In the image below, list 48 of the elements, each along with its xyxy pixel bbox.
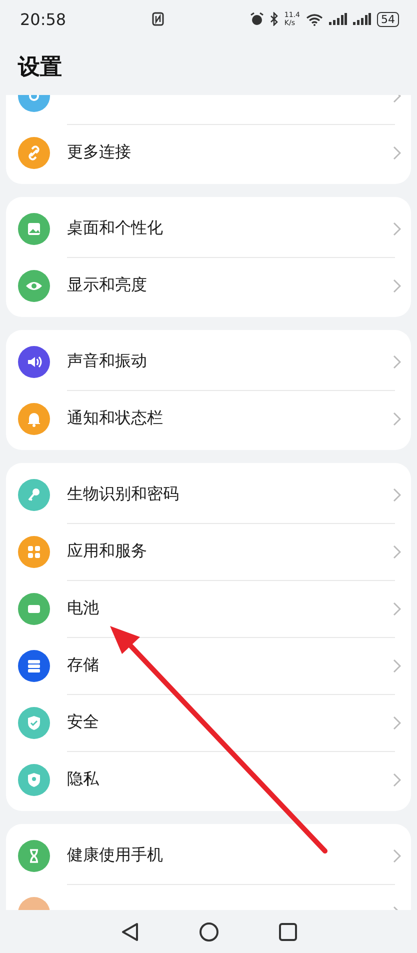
setting-label: 隐私 bbox=[67, 769, 100, 790]
alarm-icon bbox=[250, 12, 264, 26]
settings-row[interactable]: 更多连接 bbox=[6, 124, 411, 181]
chevron-icon bbox=[393, 488, 401, 502]
settings-row[interactable]: 隐私 bbox=[6, 751, 411, 808]
recents-icon[interactable] bbox=[278, 922, 296, 940]
settings-row[interactable]: 电池 bbox=[6, 580, 411, 637]
signal-icon bbox=[353, 13, 372, 25]
setting-label: 更多连接 bbox=[67, 142, 132, 163]
settings-row[interactable]: 安全 bbox=[6, 694, 411, 751]
setting-label: 健康使用手机 bbox=[67, 845, 164, 866]
settings-row[interactable]: 声音和振动 bbox=[6, 333, 411, 390]
bluetooth-icon bbox=[270, 12, 278, 26]
setting-label: 显示和亮度 bbox=[67, 275, 148, 296]
wifi-icon bbox=[306, 12, 324, 26]
setting-label: 电池 bbox=[67, 598, 100, 619]
chevron-icon bbox=[393, 544, 401, 558]
chevron-icon bbox=[393, 848, 401, 862]
chevron-icon bbox=[393, 278, 401, 292]
setting-label: 通知和状态栏 bbox=[67, 408, 164, 429]
chevron-icon bbox=[393, 772, 401, 786]
settings-row[interactable]: 生物识别和密码 bbox=[6, 466, 411, 523]
chevron-icon bbox=[393, 412, 401, 426]
setting-label: 声音和振动 bbox=[67, 351, 148, 372]
setting-label: 应用和服务 bbox=[67, 541, 148, 562]
setting-label: 生物识别和密码 bbox=[67, 484, 180, 505]
status-time: 20:58 bbox=[20, 10, 66, 28]
settings-row[interactable]: 显示和亮度 bbox=[6, 257, 411, 314]
battery-level: 54 bbox=[377, 12, 400, 26]
settings-row[interactable]: 应用和服务 bbox=[6, 523, 411, 580]
chevron-icon bbox=[393, 602, 401, 616]
setting-label: 桌面和个性化 bbox=[67, 218, 164, 239]
nfc-icon bbox=[152, 12, 164, 26]
chevron-icon bbox=[393, 716, 401, 730]
setting-label: 安全 bbox=[67, 712, 100, 733]
chevron-icon bbox=[393, 222, 401, 236]
settings-row[interactable]: 健康使用手机 bbox=[6, 827, 411, 884]
signal-icon bbox=[329, 13, 348, 25]
settings-row[interactable]: 桌面和个性化 bbox=[6, 200, 411, 257]
setting-label: 存储 bbox=[67, 655, 100, 676]
back-icon[interactable] bbox=[120, 922, 138, 942]
chevron-icon bbox=[393, 146, 401, 160]
page-title: 设置 bbox=[16, 54, 63, 82]
chevron-icon bbox=[393, 658, 401, 672]
settings-row[interactable]: 通知和状态栏 bbox=[6, 390, 411, 447]
home-icon[interactable] bbox=[198, 922, 218, 942]
settings-row[interactable]: 存储 bbox=[6, 637, 411, 694]
chevron-icon bbox=[393, 354, 401, 368]
